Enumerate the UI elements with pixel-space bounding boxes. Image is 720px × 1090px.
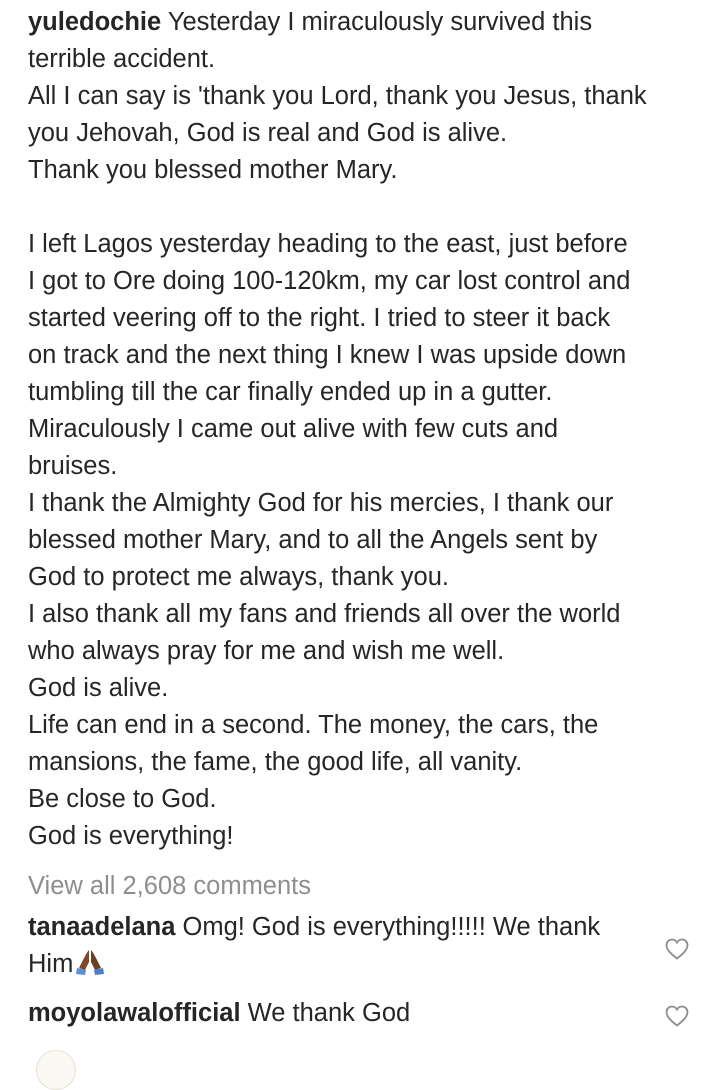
caption-line: God is everything! [28,822,234,850]
comment-line: tanaadelana Omg! God is everything!!!!! … [28,909,648,946]
caption-line: I also thank all my fans and friends all… [28,600,621,628]
caption-text: Yesterday I miraculously survived this [167,8,593,36]
caption-line: who always pray for me and wish me well. [28,637,505,665]
caption-line: you Jehovah, God is real and God is aliv… [28,119,508,147]
avatar[interactable] [36,1050,76,1090]
comment-text: Him [28,950,74,978]
caption-line: blessed mother Mary, and to all the Ange… [28,526,598,554]
caption-line: Be close to God. [28,785,217,813]
caption-line: I thank the Almighty God for his mercies… [28,489,614,517]
comment-username[interactable]: tanaadelana [28,913,175,941]
comment-text: We thank God [247,999,411,1027]
caption-line: God is alive. [28,674,169,702]
comment-text: Omg! God is everything!!!!! We thank [182,913,601,941]
caption-line: terrible accident. [28,45,216,73]
caption-line: mansions, the fame, the good life, all v… [28,748,523,776]
caption-line: yuledochie Yesterday I miraculously surv… [28,4,704,41]
caption-line: Miraculously I came out alive with few c… [28,415,559,443]
caption-line: I left Lagos yesterday heading to the ea… [28,230,628,258]
caption-line: tumbling till the car finally ended up i… [28,378,553,406]
folded-hands-icon [75,948,105,987]
comment-line: moyolawalofficial We thank God [28,995,648,1032]
caption-line: God to protect me always, thank you. [28,563,449,591]
caption-line: bruises. [28,452,118,480]
caption-line: All I can say is 'thank you Lord, thank … [28,82,647,110]
like-comment-heart-icon[interactable] [665,1005,689,1027]
comment-username[interactable]: moyolawalofficial [28,999,241,1027]
caption-line: on track and the next thing I knew I was… [28,341,627,369]
view-all-comments-link[interactable]: View all 2,608 comments [28,869,311,903]
like-comment-heart-icon[interactable] [665,938,689,960]
caption-line: Life can end in a second. The money, the… [28,711,599,739]
post-caption-container: yuledochie Yesterday I miraculously surv… [28,4,704,855]
comment-item: moyolawalofficial We thank God [28,995,648,1032]
caption-line: started veering off to the right. I trie… [28,304,611,332]
post-caption: yuledochie Yesterday I miraculously surv… [28,4,704,855]
post-username[interactable]: yuledochie [28,8,161,36]
caption-line: Thank you blessed mother Mary. [28,156,398,184]
comment-item: tanaadelana Omg! God is everything!!!!! … [28,909,648,987]
caption-line: I got to Ore doing 100-120km, my car los… [28,267,631,295]
comment-line: Him [28,946,648,987]
